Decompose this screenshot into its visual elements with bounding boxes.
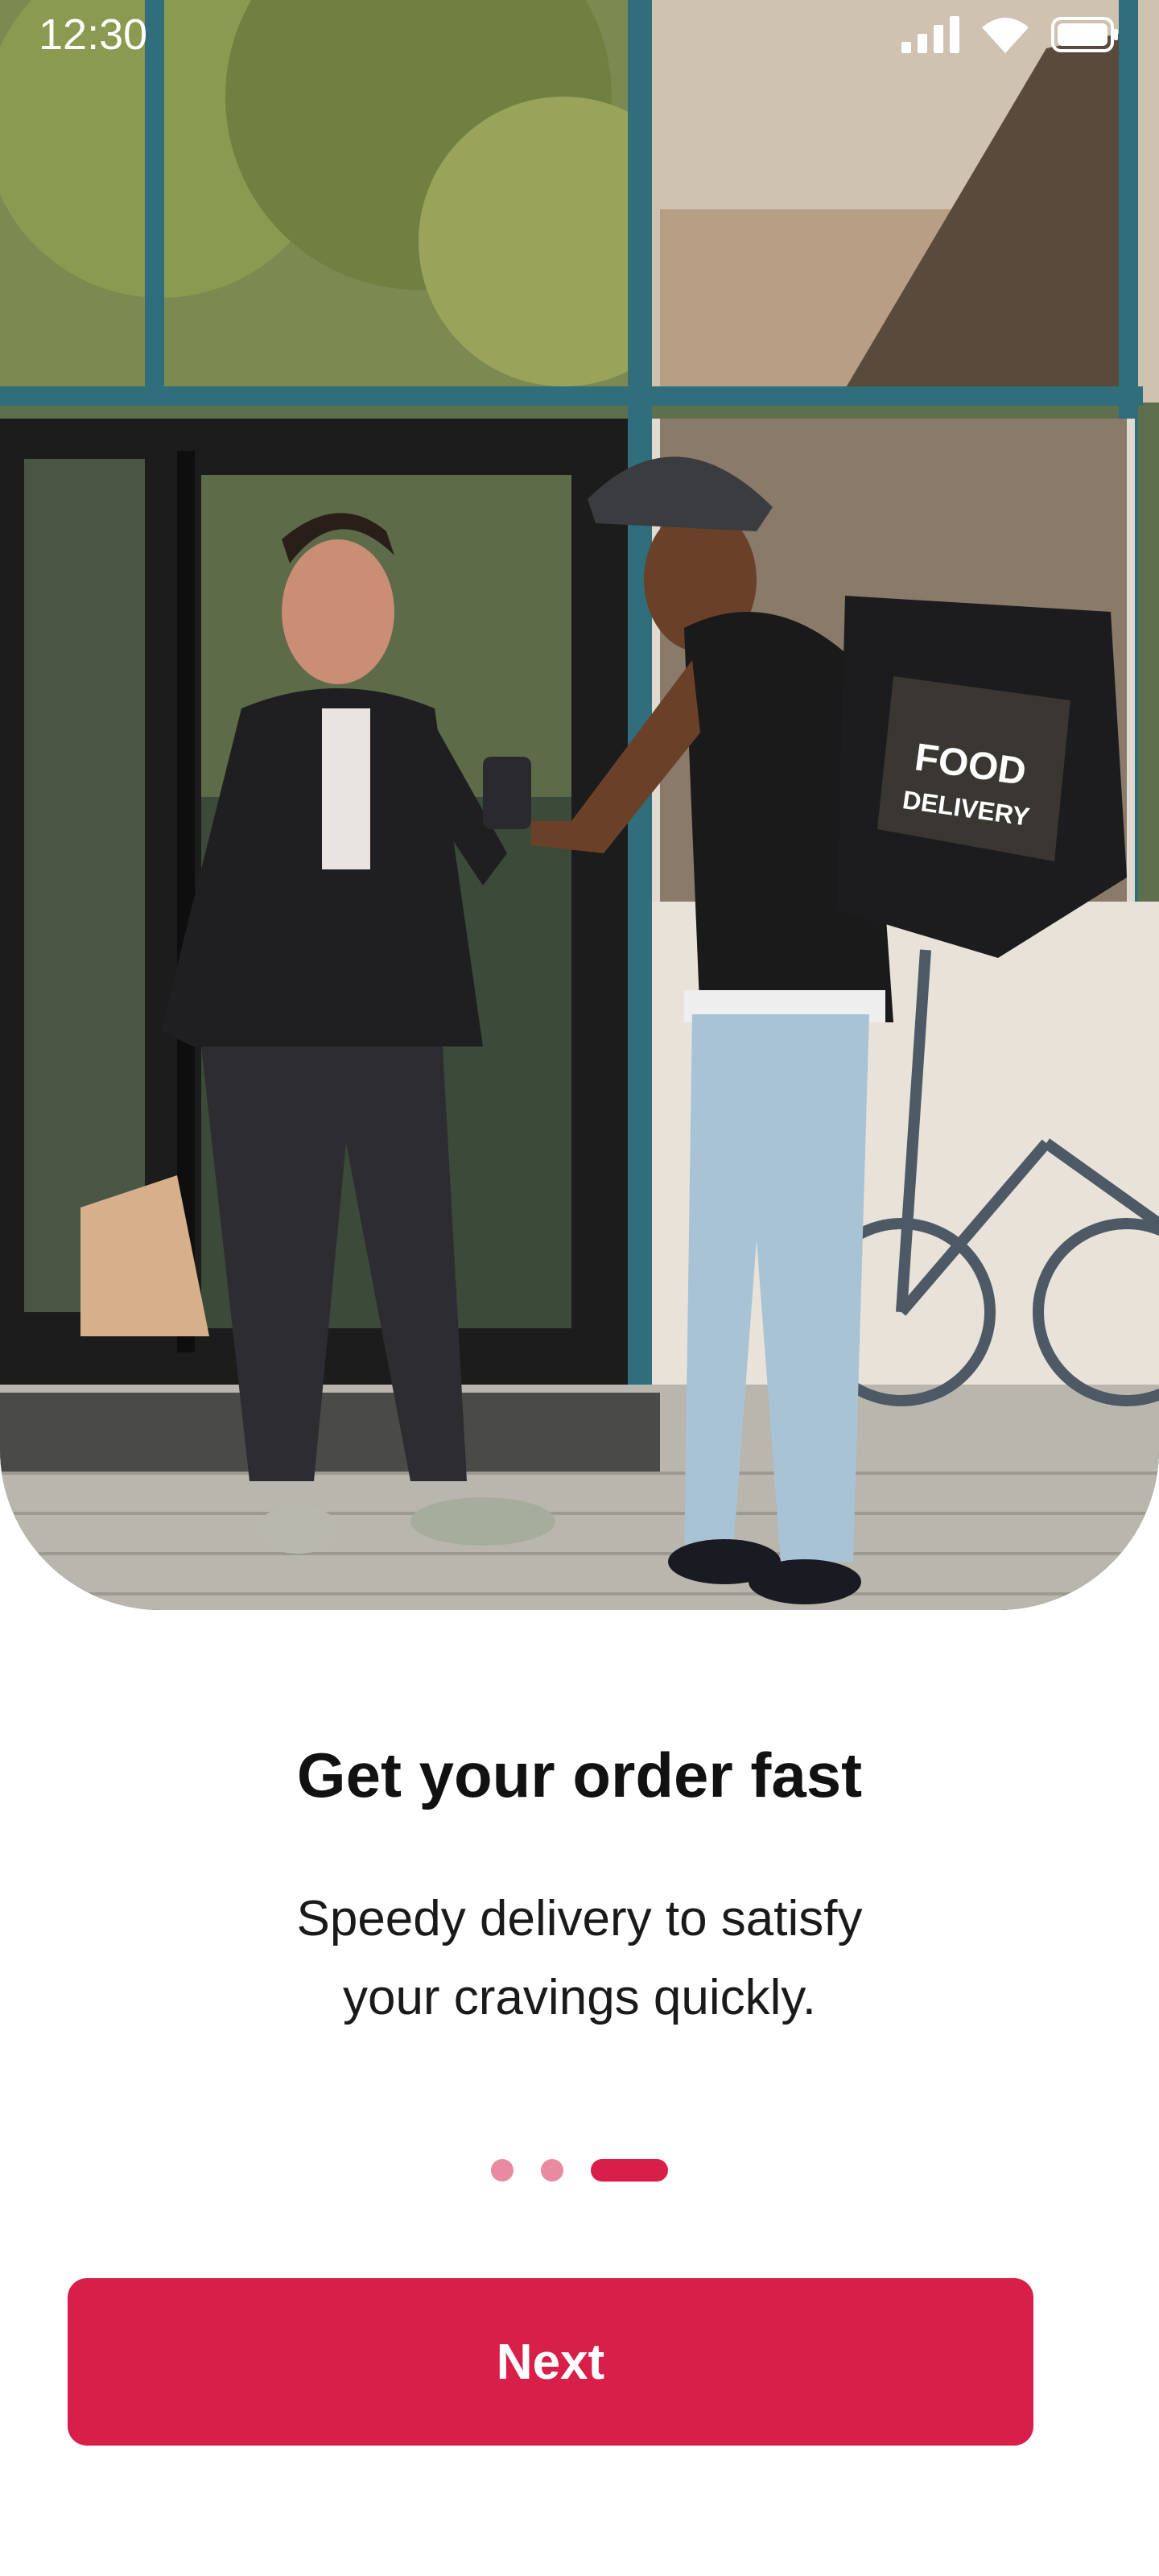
next-button[interactable]: Next [68,2278,1033,2446]
battery-icon [1051,17,1118,52]
page-dot-1[interactable] [491,2159,514,2182]
cellular-signal-icon [901,16,959,53]
page-indicator [0,2159,1159,2182]
wifi-icon [982,18,1029,53]
onboarding-subtitle: Speedy delivery to satisfy your cravings… [0,1880,1159,2037]
subtitle-line-1: Speedy delivery to satisfy [296,1891,863,1946]
page-dot-2[interactable] [541,2159,563,2182]
onboarding-title: Get your order fast [296,1740,863,1810]
hero-image: FOOD DELIVERY [0,0,1159,1610]
status-bar: 12:30 [0,0,1159,80]
subtitle-line-2: your cravings quickly. [342,1970,817,2025]
page-dot-3-active[interactable] [591,2159,668,2182]
delivery-photo: FOOD DELIVERY [0,0,1159,1610]
status-time: 12:30 [39,10,148,59]
